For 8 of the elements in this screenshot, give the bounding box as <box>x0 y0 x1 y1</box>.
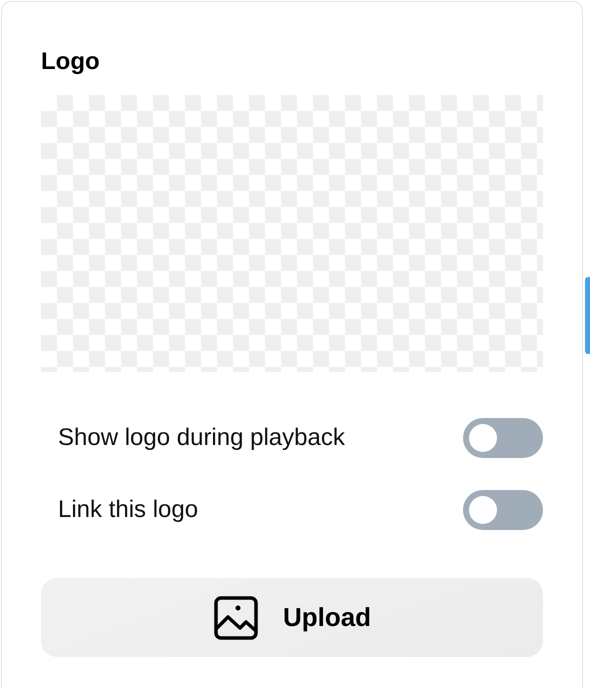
toggle-switch[interactable] <box>463 418 543 458</box>
upload-button[interactable]: Upload <box>41 578 543 657</box>
image-icon <box>212 594 259 640</box>
toggle-label: Show logo during playback <box>58 424 345 452</box>
toggle-switch[interactable] <box>463 490 543 530</box>
section-title: Logo <box>41 47 101 77</box>
toggle-label: Link this logo <box>58 496 198 524</box>
scroll-thumb[interactable] <box>585 277 590 354</box>
